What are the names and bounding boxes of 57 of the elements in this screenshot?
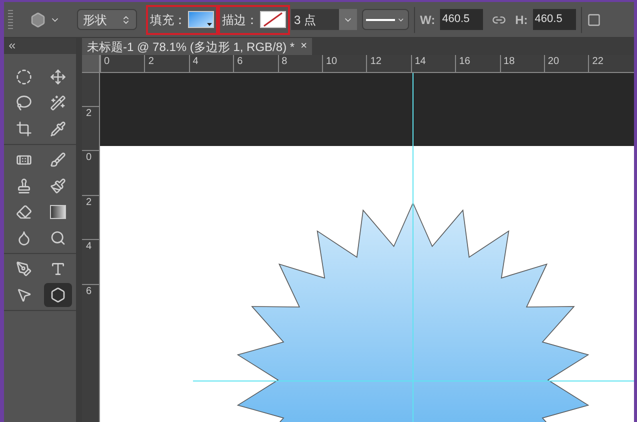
no-color-slash-icon (261, 12, 285, 27)
document-title: 未标题-1 @ 78.1% (多边形 1, RGB/8) * (87, 38, 295, 56)
ruler-number: 6 (237, 56, 243, 67)
lasso-icon (16, 95, 32, 111)
updown-icon (121, 14, 131, 24)
line-style-dropdown[interactable] (362, 9, 409, 30)
caret-icon (207, 23, 212, 26)
pen-icon (16, 261, 32, 277)
stroke-swatch[interactable] (260, 11, 286, 28)
gradient-icon (50, 205, 66, 219)
ruler-number: 18 (504, 56, 515, 67)
stroke-width-field[interactable]: 3 点 (291, 9, 357, 30)
ruler-number: 20 (548, 56, 560, 67)
ruler-number: 10 (326, 56, 338, 67)
ruler-number: 8 (282, 56, 288, 67)
ruler-number: 2 (86, 196, 92, 208)
square-icon[interactable] (586, 12, 601, 26)
ruler-number: 2 (86, 108, 92, 119)
brush-icon (50, 152, 66, 168)
droplet-icon (16, 230, 32, 246)
document-tab[interactable]: 未标题-1 @ 78.1% (多边形 1, RGB/8) * × (82, 38, 312, 55)
move-arrow-icon (50, 69, 66, 85)
tool-button[interactable] (44, 283, 72, 307)
mode-dropdown[interactable]: 形状 (77, 9, 137, 30)
magnifier-icon (50, 230, 66, 246)
dashed-circle-icon (16, 69, 32, 85)
ruler-number: 16 (459, 56, 470, 67)
hexagon-icon (30, 12, 46, 28)
type-icon (50, 261, 66, 277)
crop-icon (16, 121, 32, 137)
ruler-number: 14 (414, 56, 426, 67)
caret-icon (397, 16, 405, 24)
width-label: W: (420, 12, 436, 28)
magic-wand-icon (50, 95, 66, 111)
ruler-number: 0 (104, 56, 110, 67)
hexagon-icon (50, 287, 66, 303)
ruler-number: 6 (86, 286, 92, 297)
stamp-icon (16, 178, 32, 194)
fill-swatch[interactable] (188, 11, 214, 28)
eraser-icon (16, 204, 32, 220)
height-label: H: (515, 12, 528, 28)
close-button[interactable]: × (300, 41, 307, 52)
ruler-number: 12 (370, 56, 382, 67)
ruler-number: 22 (592, 56, 604, 67)
eyedropper-icon (50, 121, 66, 137)
ruler-number: 0 (86, 152, 92, 164)
ruler-number: 4 (192, 56, 198, 67)
collapse-icon[interactable] (7, 41, 17, 51)
paintbrush-icon (50, 178, 66, 194)
height-field[interactable]: 460.5 (532, 9, 576, 30)
width-field[interactable]: 460.5 (440, 9, 484, 30)
ruler-number: 4 (86, 241, 92, 252)
stroke-label: 描边： (222, 12, 258, 28)
pointer-icon (16, 287, 32, 303)
grip-icon (8, 10, 13, 30)
fill-label: 填充： (150, 12, 186, 28)
ruler-number: 2 (148, 56, 154, 67)
